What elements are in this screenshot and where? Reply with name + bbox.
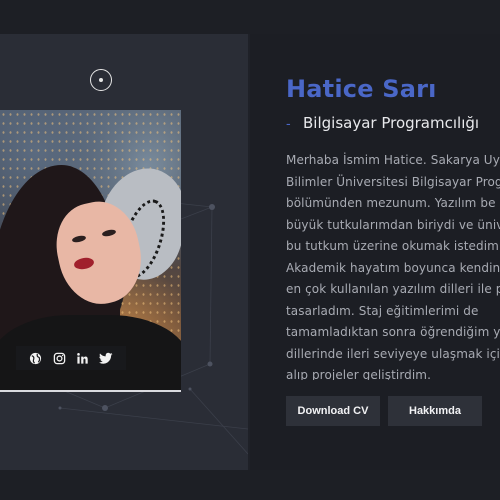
bio-line: dillerinde ileri seviyeye ulaşmak için — [286, 346, 500, 361]
profile-role: Bilgisayar Programcılığı — [303, 114, 480, 132]
social-links-bar — [16, 346, 126, 370]
bio-line: Merhaba İsmim Hatice. Sakarya Uyg — [286, 153, 500, 167]
hero-left-panel — [0, 34, 248, 470]
bio-line: bu tutkum üzerine okumak istedim — [286, 239, 499, 253]
about-button[interactable]: Hakkımda — [388, 396, 482, 426]
profile-bio: Merhaba İsmim Hatice. Sakarya Uyg Biliml… — [286, 150, 500, 380]
bio-line: bölümünden mezunum. Yazılım be — [286, 196, 496, 210]
bio-line: büyük tutkularımdan biriydi ve üniv — [286, 217, 500, 232]
top-bar — [0, 0, 500, 34]
download-cv-button[interactable]: Download CV — [286, 396, 380, 426]
instagram-icon[interactable] — [52, 351, 66, 365]
role-dash: - — [286, 115, 291, 131]
bio-line: tasarladım. Staj eğitimlerimi de — [286, 303, 479, 318]
linkedin-icon[interactable] — [76, 351, 90, 365]
hero-right-panel: Hatice Sarı - Bilgisayar Programcılığı M… — [250, 34, 500, 470]
twitter-icon[interactable] — [99, 351, 113, 365]
globe-icon[interactable] — [29, 351, 43, 365]
profile-name: Hatice Sarı — [286, 75, 437, 103]
bio-line: Akademik hayatım boyunca kendin — [286, 260, 500, 275]
bio-line: alıp projeler geliştirdim. — [286, 368, 432, 380]
circle-dot-icon — [90, 69, 112, 91]
bio-line: Bilimler Üniversitesi Bilgisayar Prog — [286, 174, 500, 189]
bottom-bar — [0, 470, 500, 500]
bio-line: en çok kullanılan yazılım dilleri ile p — [286, 282, 500, 296]
bio-line: tamamladıktan sonra öğrendiğim y — [286, 325, 500, 339]
